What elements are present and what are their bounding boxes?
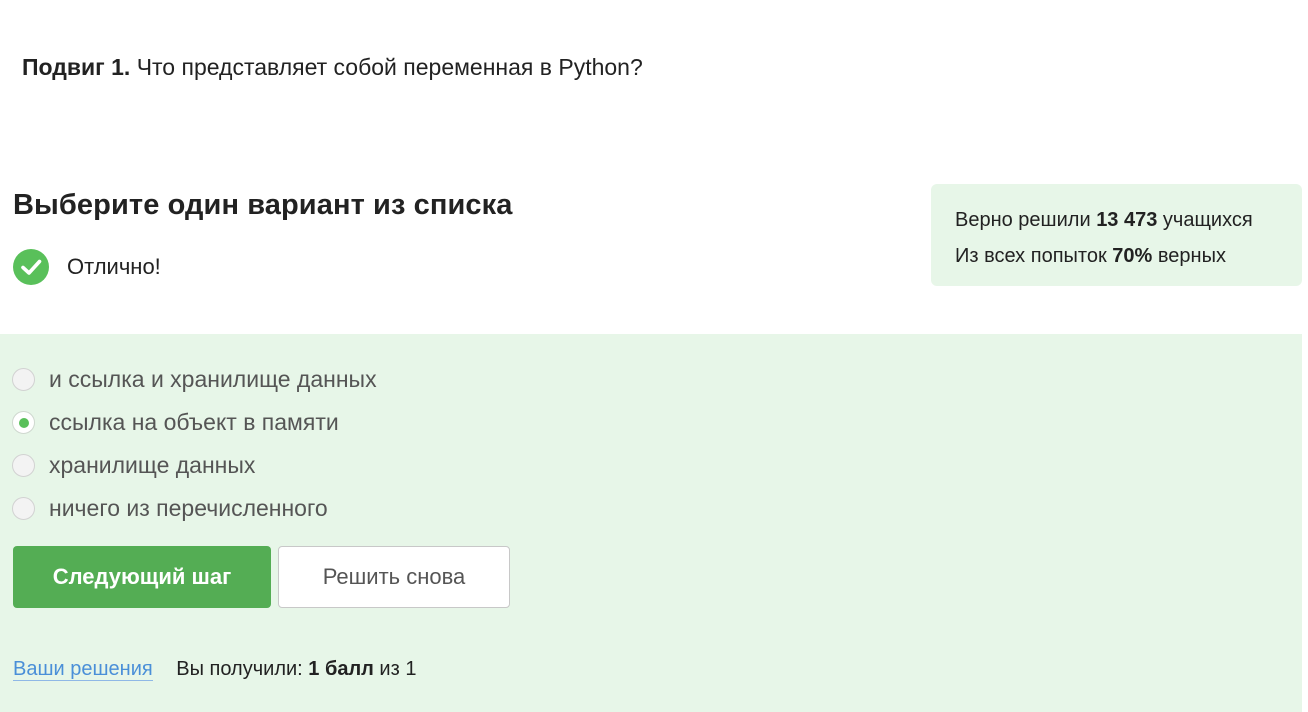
footer-line: Ваши решения Вы получили: 1 балл из 1 xyxy=(13,656,416,682)
score-label: Вы получили: xyxy=(176,658,303,680)
answers-panel: и ссылка и хранилище данных ссылка на об… xyxy=(0,334,1302,712)
solved-label: Верно решили xyxy=(955,209,1091,231)
check-circle-icon xyxy=(13,249,49,285)
success-rate: 70% xyxy=(1112,245,1153,267)
solved-count: 13 473 xyxy=(1096,209,1158,231)
rate-label: Из всех попыток xyxy=(955,245,1107,267)
next-step-button[interactable]: Следующий шаг xyxy=(13,546,271,608)
score-max: из 1 xyxy=(379,658,417,680)
option-item[interactable]: и ссылка и хранилище данных xyxy=(12,358,377,401)
your-solutions-link[interactable]: Ваши решения xyxy=(13,658,153,681)
option-label[interactable]: хранилище данных xyxy=(49,452,255,479)
score-text: Вы получили: 1 балл из 1 xyxy=(176,658,416,680)
question-text: Что представляет собой переменная в Pyth… xyxy=(136,54,643,80)
rate-suffix: верных xyxy=(1157,245,1226,267)
result-status: Отлично! xyxy=(13,249,161,285)
status-text: Отлично! xyxy=(67,254,161,279)
solved-count-line: Верно решили 13 473 учащихся xyxy=(955,202,1302,238)
radio-dot-icon xyxy=(18,417,29,428)
option-label[interactable]: ссылка на объект в памяти xyxy=(49,409,339,436)
stats-box: Верно решили 13 473 учащихся Из всех поп… xyxy=(931,184,1302,286)
solved-suffix: учащихся xyxy=(1162,209,1253,231)
solve-again-button[interactable]: Решить снова xyxy=(278,546,510,608)
question-line: Подвиг 1. Что представляет собой перемен… xyxy=(22,52,643,82)
option-label[interactable]: и ссылка и хранилище данных xyxy=(49,366,377,393)
score-value: 1 балл xyxy=(308,658,374,680)
section-title: Выберите один вариант из списка xyxy=(13,189,513,221)
option-item[interactable]: хранилище данных xyxy=(12,444,377,487)
radio-button[interactable] xyxy=(12,497,35,520)
options-list: и ссылка и хранилище данных ссылка на об… xyxy=(12,358,377,530)
radio-button[interactable] xyxy=(12,368,35,391)
question-number: Подвиг 1. xyxy=(22,54,131,80)
option-item[interactable]: ничего из перечисленного xyxy=(12,487,377,530)
option-item[interactable]: ссылка на объект в памяти xyxy=(12,401,377,444)
radio-button-selected[interactable] xyxy=(12,411,35,434)
success-rate-line: Из всех попыток 70% верных xyxy=(955,238,1302,274)
radio-button[interactable] xyxy=(12,454,35,477)
option-label[interactable]: ничего из перечисленного xyxy=(49,495,328,522)
